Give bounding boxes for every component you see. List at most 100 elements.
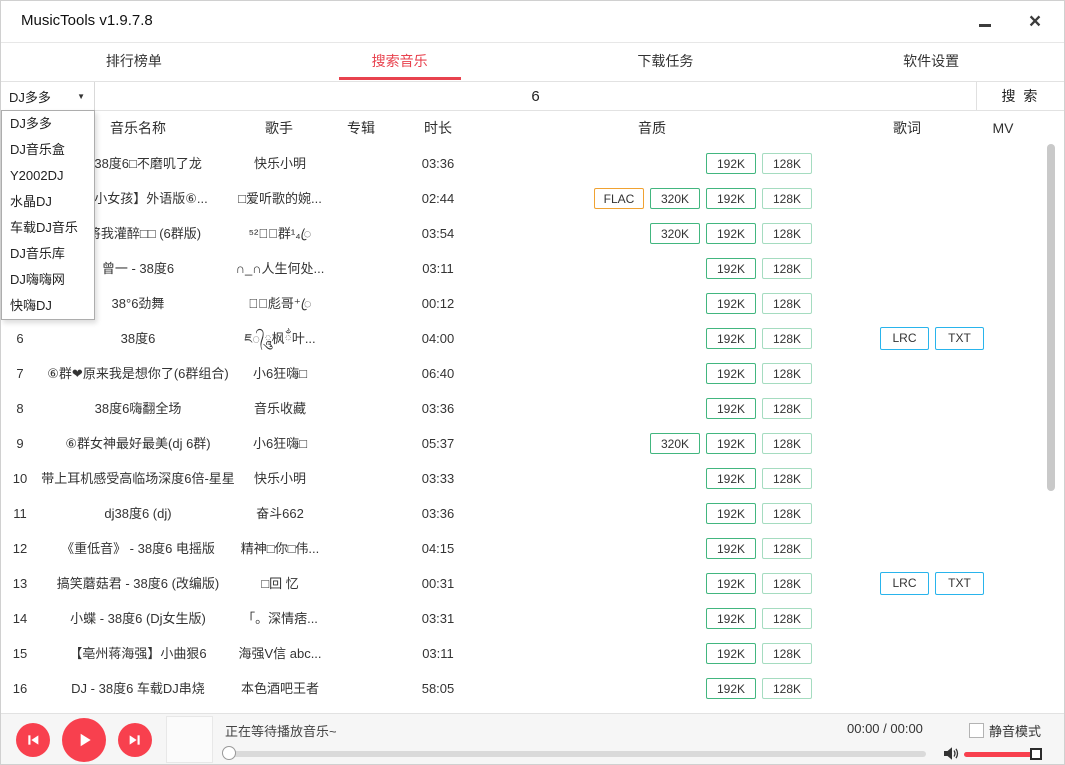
table-row[interactable]: 11dj38度6 (dj)奋斗66203:36192K128K xyxy=(1,496,1064,531)
tab-download-tasks[interactable]: 下载任务 xyxy=(533,43,799,81)
quality-button-192k[interactable]: 192K xyxy=(706,468,756,489)
lyric-button-txt[interactable]: TXT xyxy=(935,572,984,595)
quality-button-128k[interactable]: 128K xyxy=(762,503,812,524)
table-row[interactable]: 12《重低音》 - 38度6 电摇版精神□你□伟...04:15192K128K xyxy=(1,531,1064,566)
quality-button-192k[interactable]: 192K xyxy=(706,223,756,244)
quality-button-192k[interactable]: 192K xyxy=(706,398,756,419)
next-track-button[interactable] xyxy=(118,723,152,757)
quality-button-128k[interactable]: 128K xyxy=(762,608,812,629)
volume-slider[interactable] xyxy=(964,752,1034,757)
tab-search-music[interactable]: 搜索音乐 xyxy=(267,43,533,81)
quality-button-128k[interactable]: 128K xyxy=(762,328,812,349)
minimize-button[interactable] xyxy=(960,1,1010,42)
quality-button-192k[interactable]: 192K xyxy=(706,433,756,454)
table-row[interactable]: 638度6ཇ᭄ཱུ枫ྂ叶...04:00192K128KLRCTXT xyxy=(1,321,1064,356)
mute-checkbox[interactable] xyxy=(969,723,984,738)
lyric-button-txt[interactable]: TXT xyxy=(935,327,984,350)
quality-button-128k[interactable]: 128K xyxy=(762,363,812,384)
volume-handle[interactable] xyxy=(1030,748,1042,760)
tab-rankings[interactable]: 排行榜单 xyxy=(1,43,267,81)
dropdown-item[interactable]: DJ音乐盒 xyxy=(2,137,94,163)
quality-button-192k[interactable]: 192K xyxy=(706,258,756,279)
dropdown-item[interactable]: 快嗨DJ xyxy=(2,293,94,319)
album-art-placeholder xyxy=(166,716,213,763)
source-select[interactable]: DJ多多 ▼ xyxy=(1,82,95,110)
song-duration: 03:33 xyxy=(398,461,478,496)
play-button[interactable] xyxy=(62,718,106,762)
dropdown-item[interactable]: 水晶DJ xyxy=(2,189,94,215)
vertical-scrollbar[interactable] xyxy=(1047,144,1055,491)
quality-button-192k[interactable]: 192K xyxy=(706,678,756,699)
close-button[interactable]: × xyxy=(1010,1,1060,42)
table-row[interactable]: 838度6嗨翻全场音乐收藏03:36192K128K xyxy=(1,391,1064,426)
quality-button-320k[interactable]: 320K xyxy=(650,433,700,454)
quality-button-192k[interactable]: 192K xyxy=(706,293,756,314)
previous-track-button[interactable] xyxy=(16,723,50,757)
quality-button-192k[interactable]: 192K xyxy=(706,153,756,174)
quality-button-320k[interactable]: 320K xyxy=(650,223,700,244)
song-duration: 05:37 xyxy=(398,426,478,461)
quality-button-128k[interactable]: 128K xyxy=(762,188,812,209)
search-button[interactable]: 搜 索 xyxy=(976,82,1064,110)
progress-slider[interactable] xyxy=(232,751,926,757)
quality-button-128k[interactable]: 128K xyxy=(762,258,812,279)
quality-button-192k[interactable]: 192K xyxy=(706,573,756,594)
quality-button-192k[interactable]: 192K xyxy=(706,363,756,384)
song-duration: 03:31 xyxy=(398,601,478,636)
quality-button-128k[interactable]: 128K xyxy=(762,468,812,489)
dropdown-item[interactable]: DJ多多 xyxy=(2,111,94,137)
song-album xyxy=(331,321,391,356)
next-icon xyxy=(127,732,143,748)
table-row[interactable]: 10带上耳机感受高临场深度6倍-星星快乐小明03:33192K128K xyxy=(1,461,1064,496)
search-input[interactable] xyxy=(95,82,976,110)
quality-buttons: 192K 128K xyxy=(706,566,812,601)
tab-settings[interactable]: 软件设置 xyxy=(798,43,1064,81)
quality-buttons: FLAC 320K 192K 128K xyxy=(594,181,812,216)
quality-button-192k[interactable]: 192K xyxy=(706,538,756,559)
table-row[interactable]: 3己将我灌醉□□ (6群版)⁵²⁰᭄群¹₄ꦿ03:54320K192K128K xyxy=(1,216,1064,251)
quality-button-128k[interactable]: 128K xyxy=(762,293,812,314)
quality-button-flac[interactable]: FLAC xyxy=(594,188,644,209)
table-row[interactable]: 15【亳州蒋海强】小曲狠6海强V信 abc...03:11192K128K xyxy=(1,636,1064,671)
table-row[interactable]: 9⑥群女神最好最美(dj 6群)小6狂嗨□05:37320K192K128K xyxy=(1,426,1064,461)
song-duration: 03:36 xyxy=(398,391,478,426)
volume-icon xyxy=(943,746,960,761)
quality-button-192k[interactable]: 192K xyxy=(706,188,756,209)
column-header: MV xyxy=(993,111,1014,146)
quality-button-128k[interactable]: 128K xyxy=(762,678,812,699)
quality-button-128k[interactable]: 128K xyxy=(762,433,812,454)
quality-button-128k[interactable]: 128K xyxy=(762,398,812,419)
progress-handle[interactable] xyxy=(222,746,236,760)
quality-button-128k[interactable]: 128K xyxy=(762,223,812,244)
quality-button-128k[interactable]: 128K xyxy=(762,573,812,594)
table-row[interactable]: 13搞笑蘑菇君 - 38度6 (改编版)□回 忆00:31192K128KLRC… xyxy=(1,566,1064,601)
table-row[interactable]: 14小蝶 - 38度6 (Dj女生版)「。深情痞...03:31192K128K xyxy=(1,601,1064,636)
quality-button-192k[interactable]: 192K xyxy=(706,608,756,629)
table-row[interactable]: 538°6劲舞⁺ꦿ彪哥⁺ꦿ00:12192K128K xyxy=(1,286,1064,321)
quality-buttons: 192K 128K xyxy=(706,636,812,671)
dropdown-item[interactable]: DJ嗨嗨网 xyxy=(2,267,94,293)
dropdown-item[interactable]: 车载DJ音乐 xyxy=(2,215,94,241)
quality-button-128k[interactable]: 128K xyxy=(762,538,812,559)
table-row[interactable]: 16DJ - 38度6 车载DJ串烧本色酒吧王者58:05192K128K xyxy=(1,671,1064,706)
lyric-button-lrc[interactable]: LRC xyxy=(880,572,929,595)
quality-button-192k[interactable]: 192K xyxy=(706,503,756,524)
quality-buttons: 192K 128K xyxy=(706,461,812,496)
table-row[interactable]: 4曾一 - 38度6∩_∩人生何处...03:11192K128K xyxy=(1,251,1064,286)
quality-button-192k[interactable]: 192K xyxy=(706,643,756,664)
quality-buttons: 192K 128K xyxy=(706,671,812,706)
table-row[interactable]: 2下的小女孩】外语版⑥...□爱听歌的婉...02:44FLAC320K192K… xyxy=(1,181,1064,216)
dropdown-item[interactable]: Y2002DJ xyxy=(2,163,94,189)
quality-button-128k[interactable]: 128K xyxy=(762,643,812,664)
playback-time: 00:00 / 00:00 xyxy=(847,721,923,736)
quality-button-320k[interactable]: 320K xyxy=(650,188,700,209)
song-duration: 03:36 xyxy=(398,146,478,181)
table-row[interactable]: 15倍38度6□不磨叽了龙快乐小明03:36192K128K xyxy=(1,146,1064,181)
lyric-button-lrc[interactable]: LRC xyxy=(880,327,929,350)
quality-button-192k[interactable]: 192K xyxy=(706,328,756,349)
quality-button-128k[interactable]: 128K xyxy=(762,153,812,174)
song-duration: 04:00 xyxy=(398,321,478,356)
song-album xyxy=(331,566,391,601)
dropdown-item[interactable]: DJ音乐库 xyxy=(2,241,94,267)
table-row[interactable]: 7⑥群❤原来我是想你了(6群组合)小6狂嗨□06:40192K128K xyxy=(1,356,1064,391)
